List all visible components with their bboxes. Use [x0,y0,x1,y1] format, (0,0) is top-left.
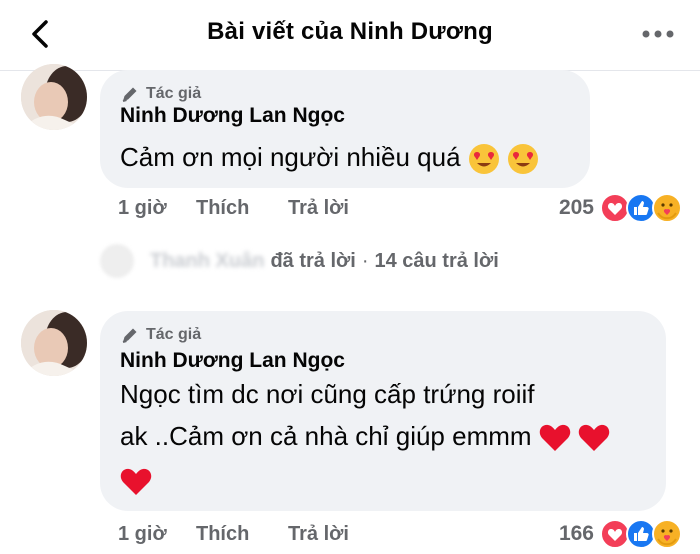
pen-icon [122,87,137,102]
comment-actions: 1 giờ Thích Trả lời [118,523,349,546]
avatar[interactable] [21,310,87,376]
like-button[interactable]: Thích [196,523,288,546]
replier-name: Thanh Xuân [150,249,265,272]
more-horizontal-icon [642,30,674,38]
more-options-button[interactable] [638,18,678,50]
separator: · [361,249,369,272]
reaction-summary[interactable]: 166 [559,519,682,549]
author-badge: Tác giả [120,325,201,345]
comment-actions: 1 giờ Thích Trả lời [118,197,349,220]
reaction-count: 166 [558,522,594,545]
comment-author[interactable]: Ninh Dương Lan Ngọc [120,349,345,373]
comment-text-line: Cảm ơn mọi người nhiều quá [120,142,461,172]
author-badge-label: Tác giả [146,326,202,343]
heart-eyes-emoji-icon [508,144,539,175]
author-badge: Tác giả [120,84,201,104]
care-reaction-icon [652,193,682,223]
top-bar: Bài viết của Ninh Dương [0,0,700,71]
heart-eyes-emoji-icon [468,144,499,175]
comment-text-line: ak ..Cảm ơn cả nhà chỉ giúp emmm [120,421,532,451]
reply-button[interactable]: Trả lời [288,197,349,220]
comment-time[interactable]: 1 giờ [118,523,196,546]
avatar-photo [21,310,87,376]
comment-author[interactable]: Ninh Dương Lan Ngọc [120,104,345,128]
replied-label: đã trả lời [270,249,356,272]
like-button[interactable]: Thích [196,197,288,220]
comment-text: Cảm ơn mọi người nhiều quá [120,142,539,175]
author-badge-label: Tác giả [146,85,202,102]
reaction-summary[interactable]: 205 [559,193,682,223]
red-heart-emoji-icon [578,425,610,452]
red-heart-emoji-icon [539,425,571,452]
comment-text-line: Ngọc tìm dc nơi cũng cấp trứng roiif [120,379,535,409]
view-replies-link[interactable]: Thanh Xuân đã trả lời · 14 câu trả lời [100,244,499,278]
comment-bubble: Tác giả Ninh Dương Lan Ngọc Ngọc tìm dc … [100,311,666,511]
red-heart-emoji-icon [120,469,152,496]
reaction-count: 205 [558,196,594,219]
reply-button[interactable]: Trả lời [288,523,349,546]
avatar-photo [21,64,87,130]
replier-avatar [100,244,134,278]
care-reaction-icon [652,519,682,549]
pen-icon [122,328,137,343]
reply-count: 14 câu trả lời [374,249,499,272]
page-title: Bài viết của Ninh Dương [207,18,493,45]
comment-text: ak ..Cảm ơn cả nhà chỉ giúp emmm [120,421,610,453]
comment-bubble: Tác giả Ninh Dương Lan Ngọc Cảm ơn mọi n… [100,70,590,188]
comment-time[interactable]: 1 giờ [118,197,196,220]
comment-emoji-line [120,465,152,497]
avatar[interactable] [21,64,87,130]
